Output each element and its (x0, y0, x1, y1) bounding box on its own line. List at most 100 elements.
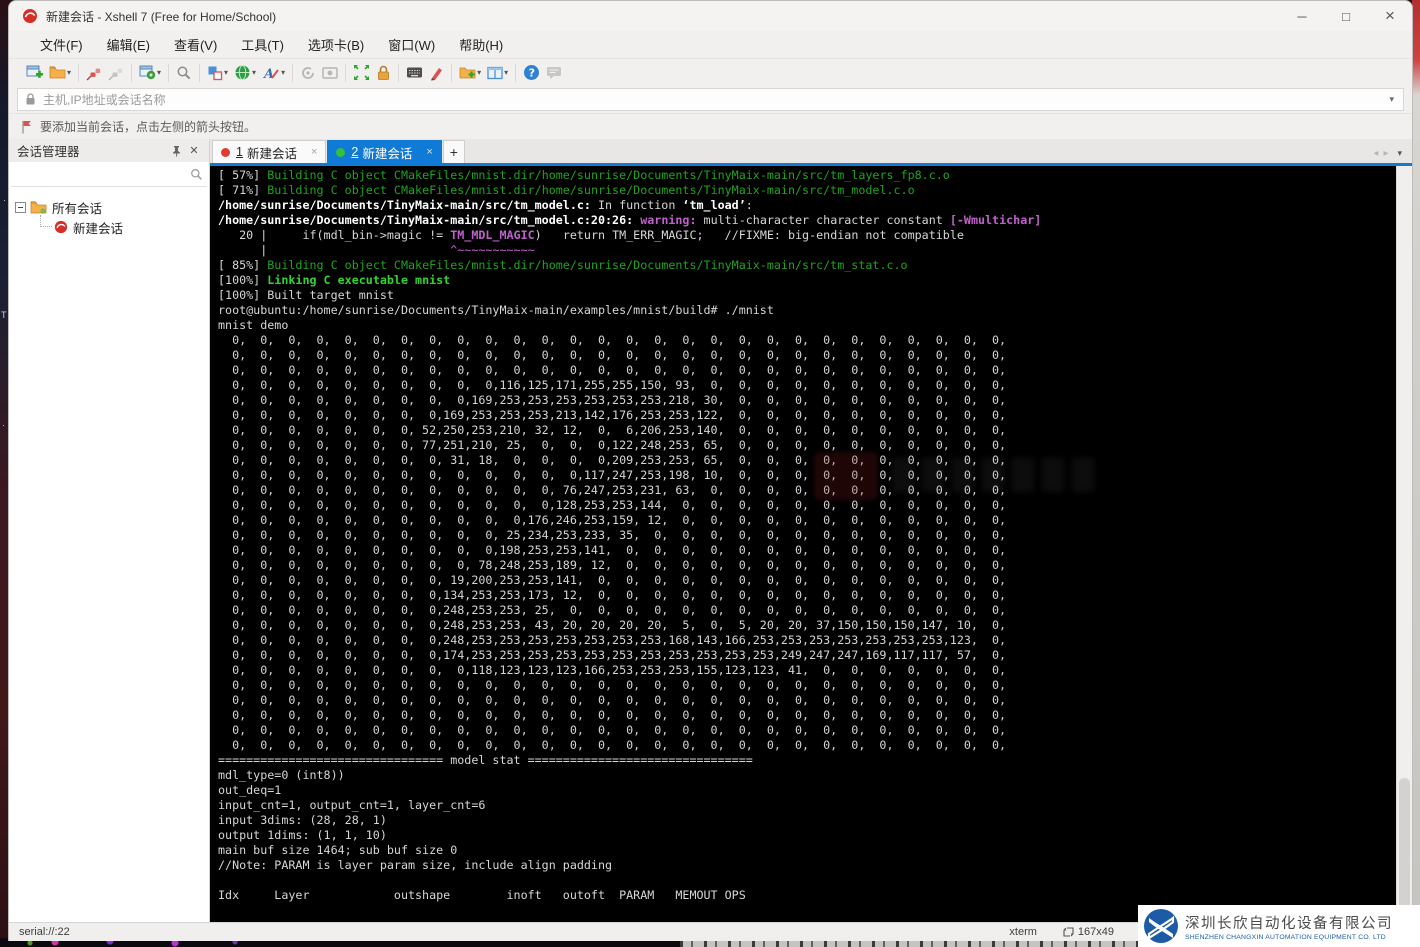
terminal-line: 0, 0, 0, 0, 0, 0, 0, 0,169,253,253,253,2… (218, 408, 1007, 422)
tree-root-row[interactable]: 所有会话 (15, 197, 209, 217)
wallpaper-speck: · (3, 195, 6, 205)
terminal-line: 0, 0, 0, 0, 0, 0, 0, 0,248,253,253,253,2… (218, 633, 1007, 647)
dropdown-caret-icon[interactable]: ▾ (281, 68, 285, 77)
new-session-folder-icon[interactable]: ▾ (456, 61, 484, 85)
dropdown-caret-icon[interactable]: ▾ (224, 68, 228, 77)
tab-session-2[interactable]: 2 新建会话 × (327, 140, 442, 163)
split-layout-icon[interactable]: ▾ (484, 61, 511, 85)
menu-window[interactable]: 窗口(W) (377, 32, 446, 57)
tree-session-row[interactable]: 新建会话 (37, 215, 209, 237)
tree-root-label[interactable]: 所有会话 (52, 198, 102, 217)
open-session-folder-icon[interactable]: ▾ (46, 61, 74, 85)
font-icon[interactable]: A ▾ (259, 61, 288, 85)
session-properties-icon[interactable]: ▾ (136, 61, 164, 85)
highlighter-pen-icon[interactable] (426, 61, 447, 85)
tab-scroll-right-icon[interactable]: ▸ (1383, 148, 1393, 163)
terminal-line: [ 85%] Building C object CMakeFiles/mnis… (218, 258, 908, 272)
tree-collapse-icon[interactable] (15, 201, 26, 213)
virtual-keyboard-icon[interactable] (403, 61, 426, 85)
terminal-line: 0, 0, 0, 0, 0, 0, 0, 0, 0, 0, 0, 0, 0, 0… (218, 678, 1007, 692)
company-name-cn: 深圳长欣自动化设备有限公司 (1185, 915, 1393, 932)
terminal-output[interactable]: [ 57%] Building C object CMakeFiles/mnis… (210, 166, 1396, 922)
terminal-line: 0, 0, 0, 0, 0, 0, 0, 0, 0, 0, 0, 0, 76,2… (218, 483, 1007, 497)
desktop-wallpaper-right-strip (1412, 0, 1420, 947)
minimize-button[interactable]: ─ (1280, 1, 1324, 31)
session-manager-title: 会话管理器 (17, 145, 80, 159)
reconnect-icon[interactable] (105, 61, 127, 85)
svg-text:A: A (262, 67, 274, 81)
terminal-line: 0, 0, 0, 0, 0, 0, 0, 0,134,253,253,173, … (218, 588, 1007, 602)
xshell-window: 新建会话 - Xshell 7 (Free for Home/School) ─… (8, 0, 1413, 941)
scrollbar-thumb[interactable] (1399, 778, 1410, 918)
main-area: 会话管理器 ✕ 所有会话 新建会话 1 新建会话 × 2 新建会话 × + ◂ … (9, 139, 1412, 922)
tab-label: 新建会话 (246, 146, 297, 161)
menu-help[interactable]: 帮助(H) (448, 32, 514, 57)
menu-bar: 文件(F) 编辑(E) 查看(V) 工具(T) 选项卡(B) 窗口(W) 帮助(… (9, 31, 1412, 58)
help-icon[interactable]: ? (520, 61, 543, 85)
company-name-en: SHENZHEN CHANGXIN AUTOMATION EQUIPMENT C… (1185, 933, 1386, 941)
find-icon[interactable] (173, 61, 195, 85)
terminal-line: ================================ model s… (218, 753, 753, 767)
terminal-line: /home/sunrise/Documents/TinyMaix-main/sr… (218, 198, 753, 212)
terminal-line: 0, 0, 0, 0, 0, 0, 0, 0, 0, 0, 25,234,253… (218, 528, 1007, 542)
folder-icon (30, 201, 47, 214)
dropdown-caret-icon[interactable]: ▾ (252, 68, 256, 77)
dropdown-caret-icon[interactable]: ▾ (67, 68, 71, 77)
session-search-box[interactable] (11, 163, 207, 187)
tab-close-icon[interactable]: × (311, 146, 317, 158)
message-icon (543, 61, 565, 85)
pin-icon[interactable] (167, 142, 185, 160)
terminal-line: out_deq=1 (218, 783, 282, 797)
search-icon[interactable] (190, 168, 203, 181)
wallpaper-letter: T (1, 310, 7, 320)
menu-file[interactable]: 文件(F) (29, 32, 94, 57)
tab-scroll-left-icon[interactable]: ◂ (1373, 148, 1383, 163)
terminal-line: [ 57%] Building C object CMakeFiles/mnis… (218, 168, 950, 182)
menu-tools[interactable]: 工具(T) (230, 32, 295, 57)
disconnect-icon[interactable] (83, 61, 105, 85)
toolbar-separator (398, 63, 400, 82)
menu-view[interactable]: 查看(V) (163, 32, 228, 57)
flag-icon (22, 120, 31, 133)
menu-tab[interactable]: 选项卡(B) (297, 32, 375, 57)
address-bar: ▾ (9, 86, 1412, 113)
tab-label: 新建会话 (362, 146, 413, 161)
tab-session-1[interactable]: 1 新建会话 × (212, 140, 327, 163)
dropdown-caret-icon[interactable]: ▾ (504, 68, 508, 77)
terminal-line: 0, 0, 0, 0, 0, 0, 0, 0,248,253,253, 43, … (218, 618, 1007, 632)
toolbar-separator (515, 63, 517, 82)
toolbar-separator (292, 63, 294, 82)
tile-windows-icon[interactable]: ▾ (204, 61, 231, 85)
address-field[interactable]: ▾ (17, 88, 1404, 111)
terminal-line: 0, 0, 0, 0, 0, 0, 0, 0, 0, 0, 0,176,246,… (218, 513, 1007, 527)
session-tree: 所有会话 新建会话 (9, 187, 209, 237)
svg-text:?: ? (529, 67, 535, 80)
terminal-line: input_cnt=1, output_cnt=1, layer_cnt=6 (218, 798, 486, 812)
tab-list-caret-icon[interactable]: ▾ (1393, 148, 1412, 163)
title-bar: 新建会话 - Xshell 7 (Free for Home/School) ─… (9, 1, 1412, 31)
web-tools-icon[interactable]: ▾ (231, 61, 259, 85)
tree-session-label[interactable]: 新建会话 (73, 218, 123, 237)
new-tab-button[interactable]: + (442, 140, 465, 163)
session-manager-header: 会话管理器 ✕ (9, 139, 209, 162)
terminal-scrollbar[interactable] (1396, 166, 1412, 922)
session-search-input[interactable] (15, 167, 190, 182)
terminal-line: 0, 0, 0, 0, 0, 0, 0, 0, 0, 78,248,253,18… (218, 558, 1007, 572)
panel-close-icon[interactable]: ✕ (185, 142, 203, 160)
address-dropdown-caret-icon[interactable]: ▾ (1387, 94, 1396, 105)
close-button[interactable]: × (1368, 1, 1412, 31)
dropdown-caret-icon[interactable]: ▾ (157, 68, 161, 77)
toolbar-separator (168, 63, 170, 82)
maximize-button[interactable]: □ (1324, 1, 1368, 31)
tab-close-icon[interactable]: × (426, 146, 432, 158)
host-address-input[interactable] (43, 92, 1388, 107)
company-name: 深圳长欣自动化设备有限公司 SHENZHEN CHANGXIN AUTOMATI… (1185, 912, 1393, 941)
menu-edit[interactable]: 编辑(E) (96, 32, 161, 57)
fullscreen-icon[interactable] (350, 61, 373, 85)
dropdown-caret-icon[interactable]: ▾ (477, 68, 481, 77)
terminal-line: Idx Layer outshape inoft outoft PARAM ME… (218, 888, 746, 902)
new-session-icon[interactable] (23, 61, 46, 85)
lock-screen-icon[interactable] (373, 61, 394, 85)
terminal-type[interactable]: xterm (1009, 926, 1037, 938)
terminal-line: mnist demo (218, 318, 289, 332)
